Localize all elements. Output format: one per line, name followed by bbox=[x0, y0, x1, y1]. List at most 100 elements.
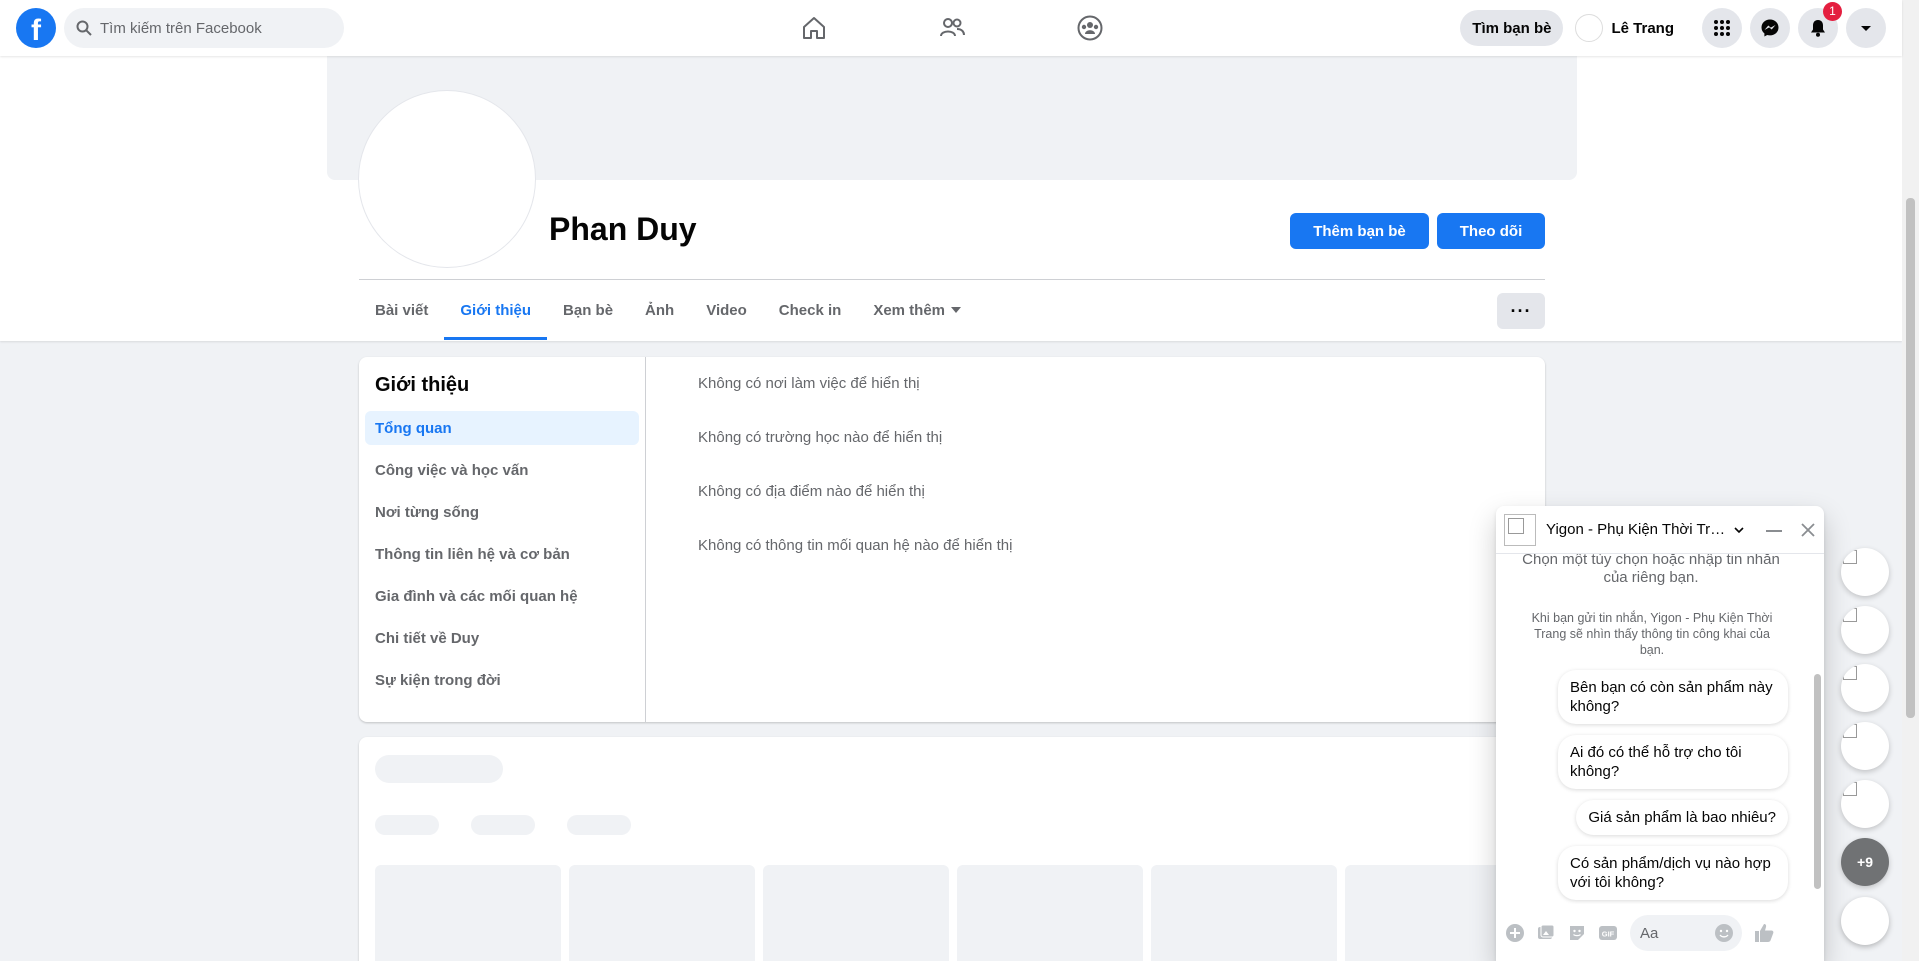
more-options-button[interactable]: ··· bbox=[1497, 293, 1545, 329]
quick-reply-button[interactable]: Giá sản phẩm là bao nhiêu? bbox=[1576, 800, 1788, 835]
quick-reply-button[interactable]: Bên bạn có còn sản phẩm này không? bbox=[1558, 670, 1788, 724]
tab-photos[interactable]: Ảnh bbox=[629, 280, 690, 340]
empty-school-text: Không có trường học nào để hiển thị bbox=[698, 429, 943, 446]
broken-image-icon bbox=[1843, 550, 1857, 564]
loading-placeholder-card bbox=[359, 737, 1545, 961]
empty-relationship-text: Không có thông tin mối quan hệ nào để hi… bbox=[698, 537, 1013, 554]
skeleton-title bbox=[375, 755, 503, 783]
messenger-icon bbox=[1761, 19, 1779, 37]
tab-see-more[interactable]: Xem thêm bbox=[857, 280, 977, 340]
chat-avatar bbox=[1504, 513, 1536, 546]
broken-image-icon bbox=[1843, 666, 1857, 680]
user-name: Lê Trang bbox=[1611, 19, 1674, 37]
minimize-chat-button[interactable] bbox=[1766, 530, 1782, 532]
quick-reply-button[interactable]: Ai đó có thể hỗ trợ cho tôi không? bbox=[1558, 735, 1788, 789]
chat-messages: Chọn một tùy chọn hoặc nhập tin nhắn của… bbox=[1496, 554, 1824, 904]
messenger-button[interactable] bbox=[1750, 8, 1790, 48]
quick-reply-button[interactable]: Có sản phẩm/dịch vụ nào hợp với tôi khôn… bbox=[1558, 846, 1788, 900]
gif-icon[interactable]: GIF bbox=[1597, 922, 1619, 944]
chevron-down-icon bbox=[951, 307, 962, 313]
friends-icon[interactable] bbox=[934, 12, 970, 44]
about-item-overview[interactable]: Tổng quan bbox=[365, 411, 639, 445]
chat-hint-text: Chọn một tùy chọn hoặc nhập tin nhắn của… bbox=[1522, 554, 1780, 586]
tab-friends[interactable]: Bạn bè bbox=[547, 280, 629, 340]
empty-workplace-text: Không có nơi làm việc để hiển thị bbox=[698, 375, 920, 392]
bell-icon bbox=[1811, 20, 1825, 37]
about-item-details[interactable]: Chi tiết về Duy bbox=[365, 621, 639, 655]
tab-check-ins[interactable]: Check in bbox=[763, 280, 858, 340]
about-item-places-lived[interactable]: Nơi từng sống bbox=[365, 495, 639, 529]
skeleton-tab bbox=[471, 815, 535, 835]
about-item-contact-info[interactable]: Thông tin liên hệ và cơ bản bbox=[365, 537, 639, 571]
about-item-family-relationships[interactable]: Gia đình và các mối quan hệ bbox=[365, 579, 639, 613]
about-item-life-events[interactable]: Sự kiện trong đời bbox=[365, 663, 639, 697]
chevron-down-icon[interactable] bbox=[1732, 523, 1746, 537]
tab-about[interactable]: Giới thiệu bbox=[444, 280, 547, 340]
chat-header[interactable]: Yigon - Phụ Kiện Thời Trang bbox=[1496, 506, 1824, 554]
follow-button[interactable]: Theo dõi bbox=[1437, 213, 1545, 249]
skeleton-tab bbox=[567, 815, 631, 835]
tab-see-more-label: Xem thêm bbox=[873, 301, 946, 319]
skeleton-tile bbox=[763, 865, 949, 961]
add-friend-button[interactable]: Thêm bạn bè bbox=[1290, 213, 1429, 249]
notification-badge: 1 bbox=[1823, 2, 1842, 21]
chat-contact-name[interactable]: Yigon - Phụ Kiện Thời Trang bbox=[1546, 521, 1726, 538]
sticker-icon[interactable] bbox=[1566, 922, 1588, 944]
chat-head-bubble[interactable] bbox=[1841, 664, 1889, 712]
top-navigation-bar: f Tìm bạn bè Lê Trang 1 bbox=[0, 0, 1902, 56]
profile-tabs: Bài viết Giới thiệu Bạn bè Ảnh Video Che… bbox=[359, 280, 977, 340]
message-input[interactable]: Aa bbox=[1630, 915, 1742, 951]
empty-places-text: Không có địa điểm nào để hiển thị bbox=[698, 483, 925, 500]
avatar bbox=[1575, 14, 1604, 42]
profile-shortcut[interactable]: Lê Trang bbox=[1571, 10, 1686, 46]
chat-privacy-note: Khi bạn gửi tin nhắn, Yigon - Phụ Kiện T… bbox=[1531, 611, 1773, 657]
find-friends-button[interactable]: Tìm bạn bè bbox=[1460, 10, 1564, 46]
chat-head-bubble[interactable] bbox=[1841, 780, 1889, 828]
close-icon[interactable] bbox=[1798, 520, 1818, 540]
about-sidebar: Giới thiệu Tổng quan Công việc và học vấ… bbox=[359, 357, 646, 722]
emoji-icon[interactable] bbox=[1714, 923, 1734, 943]
skeleton-tab bbox=[375, 815, 439, 835]
home-icon[interactable] bbox=[796, 12, 832, 44]
chat-composer: GIF Aa bbox=[1496, 905, 1824, 961]
page-scrollbar[interactable] bbox=[1902, 0, 1919, 961]
about-content: Không có nơi làm việc để hiển thị Không … bbox=[698, 375, 1012, 591]
menu-grid-button[interactable] bbox=[1702, 8, 1742, 48]
skeleton-tile bbox=[375, 865, 561, 961]
broken-image-icon bbox=[1843, 782, 1857, 796]
caret-down-icon bbox=[1861, 26, 1871, 31]
chat-scrollbar[interactable] bbox=[1812, 554, 1822, 904]
account-controls: Tìm bạn bè Lê Trang 1 bbox=[1460, 2, 1886, 48]
profile-name: Phan Duy bbox=[549, 211, 697, 247]
groups-icon[interactable] bbox=[1072, 12, 1108, 44]
account-menu-button[interactable] bbox=[1846, 8, 1886, 48]
notifications-button[interactable]: 1 bbox=[1798, 2, 1842, 48]
chat-scrollbar-thumb[interactable] bbox=[1814, 674, 1821, 889]
like-icon[interactable] bbox=[1752, 921, 1776, 945]
chat-head-bubble[interactable] bbox=[1841, 722, 1889, 770]
about-card: Giới thiệu Tổng quan Công việc và học vấ… bbox=[359, 357, 1545, 722]
chat-window: Yigon - Phụ Kiện Thời Trang Chọn một tùy… bbox=[1496, 506, 1824, 961]
broken-image-icon bbox=[1843, 724, 1857, 738]
more-chat-heads-button[interactable]: +9 bbox=[1841, 838, 1889, 886]
chat-head-bubble[interactable] bbox=[1841, 606, 1889, 654]
tab-videos[interactable]: Video bbox=[690, 280, 763, 340]
plus-icon[interactable] bbox=[1504, 922, 1526, 944]
chat-head-bubble[interactable] bbox=[1841, 548, 1889, 596]
about-item-work-education[interactable]: Công việc và học vấn bbox=[365, 453, 639, 487]
skeleton-tile bbox=[957, 865, 1143, 961]
page-scrollbar-thumb[interactable] bbox=[1906, 198, 1915, 718]
search-bar[interactable] bbox=[64, 8, 344, 48]
new-message-button[interactable] bbox=[1841, 897, 1889, 945]
broken-image-icon bbox=[1843, 608, 1857, 622]
facebook-logo-icon[interactable]: f bbox=[16, 8, 56, 48]
search-input[interactable] bbox=[100, 19, 330, 37]
about-title: Giới thiệu bbox=[375, 374, 470, 396]
profile-header: Phan Duy Thêm bạn bè Theo dõi Bài viết G… bbox=[0, 56, 1902, 341]
skeleton-tile bbox=[569, 865, 755, 961]
search-icon bbox=[76, 20, 92, 36]
photo-icon[interactable] bbox=[1535, 922, 1557, 944]
profile-picture[interactable] bbox=[359, 91, 535, 267]
message-input-placeholder: Aa bbox=[1640, 924, 1659, 942]
tab-posts[interactable]: Bài viết bbox=[359, 280, 444, 340]
